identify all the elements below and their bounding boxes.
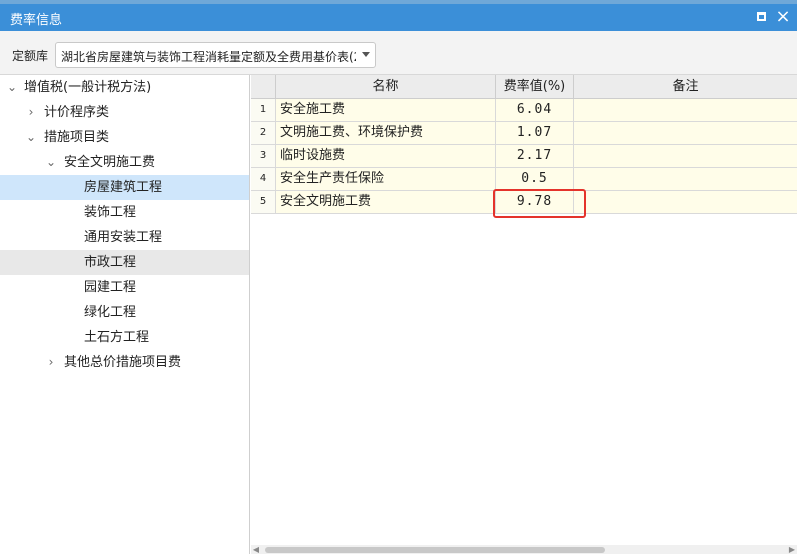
tree-node-installation[interactable]: 通用安装工程: [0, 225, 249, 250]
row-number: 1: [251, 99, 276, 121]
toolbar: 定额库 湖北省房屋建筑与装饰工程消耗量定额及全费用基价表(2: [0, 31, 797, 75]
maximize-button[interactable]: [752, 8, 770, 26]
name-cell[interactable]: 安全施工费: [276, 99, 496, 121]
name-cell[interactable]: 临时设施费: [276, 145, 496, 167]
tree-node-label: 园建工程: [84, 280, 137, 295]
rate-cell[interactable]: 0.5: [496, 168, 574, 190]
column-header-index[interactable]: [251, 75, 276, 99]
table-row[interactable]: 2 文明施工费、环境保护费 1.07: [251, 122, 797, 145]
close-button[interactable]: ×: [774, 8, 792, 26]
tree-node-measure-items[interactable]: ⌄ 措施项目类: [0, 125, 249, 150]
column-header-rate[interactable]: 费率值(%): [496, 75, 574, 99]
row-number: 2: [251, 122, 276, 144]
tree-node-label: 增值税(一般计税方法): [24, 80, 152, 95]
column-header-note[interactable]: 备注: [574, 75, 797, 99]
tree-node-building[interactable]: 房屋建筑工程: [0, 175, 249, 200]
tree-node-decoration[interactable]: 装饰工程: [0, 200, 249, 225]
chevron-right-icon[interactable]: ›: [45, 350, 57, 375]
horizontal-scrollbar[interactable]: ◀ ▶: [251, 545, 797, 554]
tree-node-label: 绿化工程: [84, 305, 137, 320]
note-cell[interactable]: [574, 122, 797, 144]
note-cell[interactable]: [574, 145, 797, 167]
name-cell[interactable]: 文明施工费、环境保护费: [276, 122, 496, 144]
rate-cell[interactable]: 1.07: [496, 122, 574, 144]
table-row[interactable]: 5 安全文明施工费 9.78: [251, 191, 797, 214]
rate-cell[interactable]: 9.78: [496, 191, 574, 213]
tree-node-label: 安全文明施工费: [64, 155, 156, 170]
chevron-down-icon[interactable]: ⌄: [25, 125, 37, 150]
rate-grid: 名称 费率值(%) 备注 1 安全施工费 6.04 2 文明施工费、环境保护费 …: [251, 75, 797, 554]
row-number: 3: [251, 145, 276, 167]
tree-node-label: 装饰工程: [84, 205, 137, 220]
grid-header: 名称 费率值(%) 备注: [251, 75, 797, 99]
column-header-name[interactable]: 名称: [276, 75, 496, 99]
rate-cell[interactable]: 2.17: [496, 145, 574, 167]
note-cell[interactable]: [574, 191, 797, 213]
tree-node-label: 通用安装工程: [84, 230, 163, 245]
maximize-icon: [756, 12, 766, 21]
scroll-right-icon[interactable]: ▶: [787, 545, 797, 554]
tree-node-label: 计价程序类: [44, 105, 110, 120]
scrollbar-thumb[interactable]: [265, 547, 605, 553]
chevron-down-icon[interactable]: ⌄: [6, 75, 18, 100]
chevron-right-icon[interactable]: ›: [25, 100, 37, 125]
name-cell[interactable]: 安全生产责任保险: [276, 168, 496, 190]
window-title: 费率信息: [10, 13, 63, 28]
close-icon: ×: [775, 6, 791, 27]
chevron-down-icon: [362, 52, 370, 57]
chevron-down-icon[interactable]: ⌄: [45, 150, 57, 175]
row-number: 5: [251, 191, 276, 213]
tree-node-other-measures[interactable]: › 其他总价措施项目费: [0, 350, 249, 375]
tree-node-municipal[interactable]: 市政工程: [0, 250, 249, 275]
category-tree: ⌄ 增值税(一般计税方法) › 计价程序类 ⌄ 措施项目类 ⌄ 安全文明施工费 …: [0, 75, 250, 554]
name-cell[interactable]: 安全文明施工费: [276, 191, 496, 213]
tree-node-pricing-procedure[interactable]: › 计价程序类: [0, 100, 249, 125]
table-row[interactable]: 4 安全生产责任保险 0.5: [251, 168, 797, 191]
tree-node-label: 市政工程: [84, 255, 137, 270]
library-select[interactable]: 湖北省房屋建筑与装饰工程消耗量定额及全费用基价表(2: [55, 42, 376, 68]
library-label: 定额库: [12, 49, 49, 63]
table-row[interactable]: 3 临时设施费 2.17: [251, 145, 797, 168]
tree-node-label: 土石方工程: [84, 330, 150, 345]
tree-node-garden[interactable]: 园建工程: [0, 275, 249, 300]
tree-node-label: 措施项目类: [44, 130, 110, 145]
scroll-left-icon[interactable]: ◀: [251, 545, 261, 554]
rate-cell[interactable]: 6.04: [496, 99, 574, 121]
note-cell[interactable]: [574, 99, 797, 121]
library-select-value: 湖北省房屋建筑与装饰工程消耗量定额及全费用基价表(2: [61, 50, 356, 64]
tree-node-safety-civilized[interactable]: ⌄ 安全文明施工费: [0, 150, 249, 175]
tree-node-vat[interactable]: ⌄ 增值税(一般计税方法): [0, 75, 249, 100]
tree-node-greening[interactable]: 绿化工程: [0, 300, 249, 325]
title-bar: 费率信息 ×: [0, 4, 797, 31]
tree-node-label: 房屋建筑工程: [84, 180, 163, 195]
tree-node-earthwork[interactable]: 土石方工程: [0, 325, 249, 350]
row-number: 4: [251, 168, 276, 190]
tree-node-label: 其他总价措施项目费: [64, 355, 182, 370]
table-row[interactable]: 1 安全施工费 6.04: [251, 99, 797, 122]
note-cell[interactable]: [574, 168, 797, 190]
